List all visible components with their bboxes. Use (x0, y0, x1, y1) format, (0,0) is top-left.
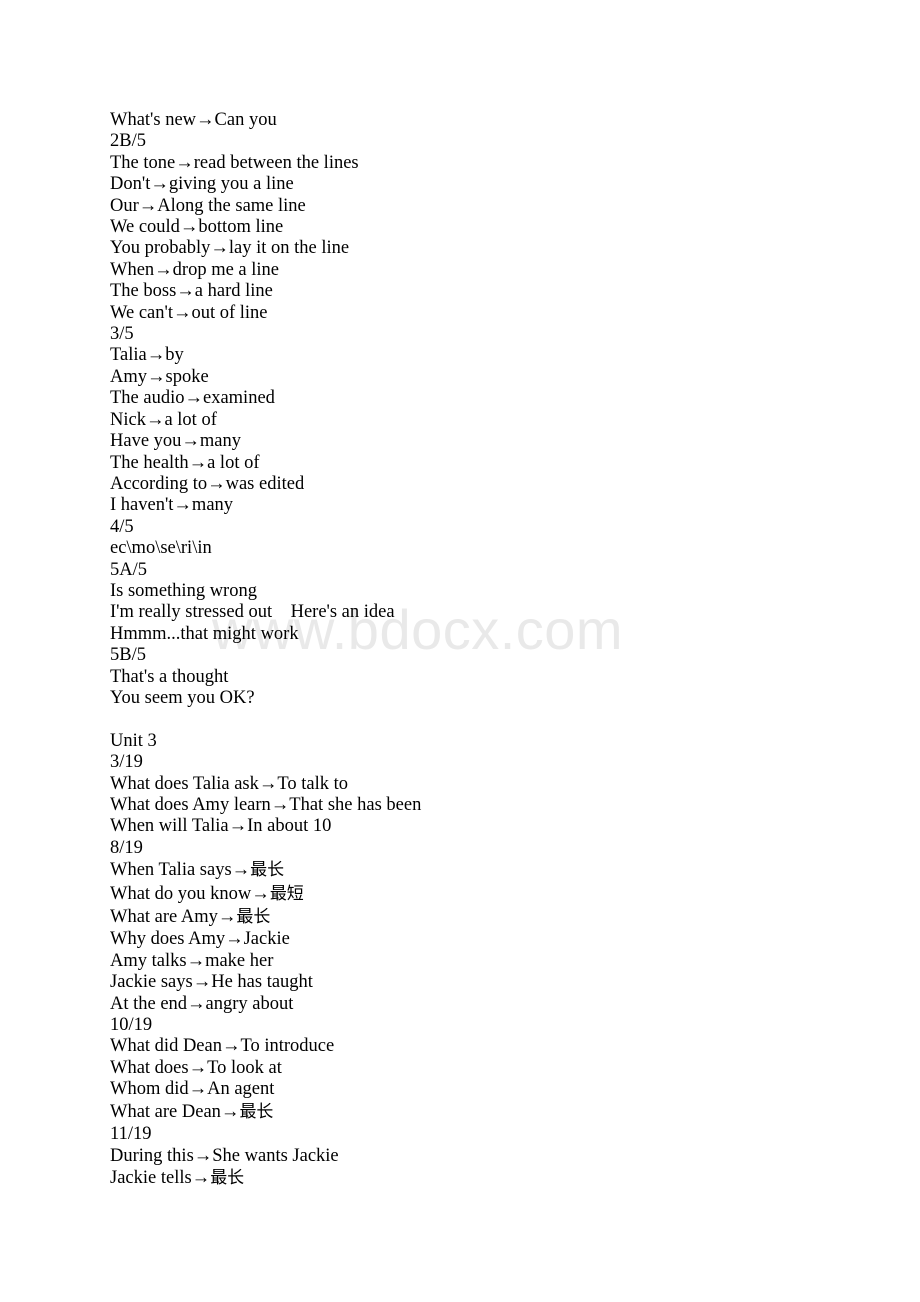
text-line: What are Dean→最长 (110, 1101, 274, 1122)
text-line: Have you→many (110, 431, 242, 452)
text-line: What does→To look at (110, 1057, 282, 1078)
text-line: Amy→spoke (110, 366, 209, 387)
text-line: What's new→Can you (110, 110, 277, 130)
text-line: 3/19 (110, 752, 143, 773)
cjk-text-run: 最长 (210, 1167, 245, 1188)
text-line: The audio→examined (110, 388, 275, 409)
text-line: What did Dean→To introduce (110, 1036, 335, 1057)
text-line: 8/19 (110, 837, 143, 858)
text-line: We can't→out of line (110, 302, 268, 323)
text-line: Jackie says→He has taught (110, 972, 313, 993)
text-line: The health→a lot of (110, 452, 260, 473)
text-line: 2B/5 (110, 131, 146, 152)
cjk-text-run: 最长 (236, 907, 271, 928)
text-line: What are Amy→最长 (110, 907, 271, 928)
text-line: The boss→a hard line (110, 281, 273, 302)
text-line: Don't→giving you a line (110, 174, 294, 195)
text-line: According to→was edited (110, 473, 305, 494)
text-line: 5B/5 (110, 645, 146, 666)
text-line: Our→Along the same line (110, 195, 306, 216)
text-line: Jackie tells→最长 (110, 1167, 245, 1188)
text-line: 11/19 (110, 1124, 152, 1145)
text-line: Amy talks→make her (110, 950, 274, 971)
text-line: I haven't→many (110, 495, 234, 516)
text-line: What does Talia ask→To talk to (110, 773, 349, 794)
text-line: 3/5 (110, 324, 134, 345)
text-line: I'm really stressed out Here's an idea (110, 602, 395, 623)
text-line: At the end→angry about (110, 993, 294, 1014)
text-line: What does Amy learn→That she has been (110, 795, 422, 815)
text-line: Is something wrong (110, 580, 257, 601)
cjk-text-run: 最长 (250, 860, 285, 881)
text-line: You seem you OK? (110, 687, 255, 708)
text-line: Nick→a lot of (110, 409, 217, 430)
text-line: When will Talia→In about 10 (110, 816, 332, 837)
text-line: You probably→lay it on the line (110, 238, 350, 259)
text-line: When Talia says→最长 (110, 860, 285, 881)
text-line: Talia→by (110, 345, 184, 366)
cjk-text-run: 最短 (269, 883, 304, 904)
text-line: ec\mo\se\ri\in (110, 538, 212, 559)
text-line: During this→She wants Jackie (110, 1145, 339, 1166)
text-line: Why does Amy→Jackie (110, 929, 290, 950)
text-line: Hmmm...that might work (110, 623, 299, 644)
text-line: What do you know→最短 (110, 883, 304, 904)
cjk-text-run: 最长 (239, 1101, 274, 1122)
text-line: When→drop me a line (110, 259, 280, 280)
text-line: 10/19 (110, 1015, 153, 1036)
text-line: Whom did→An agent (110, 1079, 275, 1100)
text-line: 5A/5 (110, 559, 147, 580)
document-text-body: What's new→Can you 2B/5 The tone→read betw… (110, 110, 870, 1190)
text-line: The tone→read between the lines (110, 152, 359, 173)
text-line: We could→bottom line (110, 217, 284, 238)
text-line: That's a thought (110, 666, 229, 687)
text-line: Unit 3 (110, 730, 157, 751)
text-line: 4/5 (110, 516, 134, 537)
